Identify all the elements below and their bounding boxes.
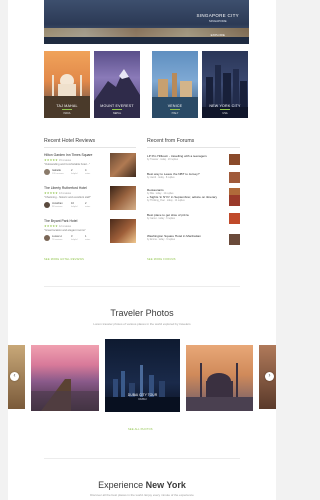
forums-divider — [147, 147, 240, 148]
review-stat-label: votes — [85, 172, 91, 175]
pier-icon — [31, 379, 99, 411]
forum-item[interactable]: Washington Square Hotel in Manhattan by … — [147, 234, 240, 254]
forum-item[interactable]: LP Pro Hilltown - travelling with a teen… — [147, 154, 240, 174]
forum-thumbnail[interactable] — [229, 213, 240, 224]
star-rating-icon: ★★★★★ — [44, 158, 58, 162]
forum-item[interactable]: Best place to get slice of pizza by Garr… — [147, 213, 240, 233]
destination-tag: INDIA — [63, 112, 71, 115]
review-stat-label: votes — [85, 238, 91, 241]
hero-city: SINGAPORE CITY — [196, 13, 239, 18]
destination-tag: ITALY — [171, 112, 179, 115]
destination-divider — [220, 109, 230, 110]
hero-banner[interactable]: SINGAPORE CITY SINGAPORE EXPLORE — [44, 0, 249, 44]
destination-card[interactable]: VENICE ITALY — [152, 51, 198, 118]
forum-title[interactable]: LP Pro Hilltown - travelling with a teen… — [147, 154, 207, 158]
see-more-reviews-link[interactable]: SEE MORE HOTEL REVIEWS — [44, 258, 84, 261]
forum-title[interactable]: Best place to get slice of pizza — [147, 213, 189, 217]
review-quote: "Charming - historic and excellent staff… — [44, 196, 91, 199]
hotel-thumbnail[interactable] — [110, 186, 136, 210]
featured-photo-subcaption: DUBAI — [138, 398, 147, 401]
hero-text: SINGAPORE CITY SINGAPORE EXPLORE — [197, 13, 239, 41]
hotel-thumbnail[interactable] — [110, 219, 136, 243]
destination-card[interactable]: NEW YORK CITY USA — [202, 51, 248, 118]
experience-title: Experience New York — [8, 480, 276, 490]
destination-name: TAJ MAHAL — [56, 104, 78, 108]
mosque-icon — [186, 363, 253, 411]
star-rating-icon: ★★★★★ — [44, 224, 58, 228]
review-stat-label: helpful — [71, 238, 78, 241]
forum-meta: by Garret · today · 6 replies — [147, 217, 175, 220]
see-all-photos-link[interactable]: SEE ALL PHOTOS — [128, 428, 153, 431]
review-item[interactable]: The Bryant Park Hotel ★★★★★ 12 reviews "… — [44, 219, 136, 251]
review-hotel-name[interactable]: The Bryant Park Hotel — [44, 219, 77, 223]
experience-subtitle: Discover all the best places in the worl… — [90, 493, 194, 497]
review-count: 15 reviews — [59, 158, 71, 162]
review-item[interactable]: The Liberty Rutherford Hotel ★★★★★ 13 re… — [44, 186, 136, 218]
experience-title-prefix: Experience — [98, 480, 144, 490]
destination-tag: NEPAL — [112, 112, 122, 115]
forums-title: Recent from Forums — [147, 138, 195, 144]
forum-meta: by Thinking_Over · today · 14 replies — [147, 199, 185, 202]
review-item[interactable]: Hilton Garden Inn Times Square ★★★★★ 15 … — [44, 153, 136, 185]
destination-name: NEW YORK CITY — [209, 104, 241, 108]
featured-photo[interactable]: DUBAI CITY TOUR DUBAI — [105, 339, 180, 412]
avatar — [44, 235, 50, 241]
avatar — [44, 202, 50, 208]
forum-title[interactable]: Washington Square Hotel in Manhattan — [147, 234, 201, 238]
review-author-meta: 120 reviews — [52, 172, 64, 175]
forum-thumbnail[interactable] — [229, 154, 240, 165]
reviews-title: Recent Hotel Reviews — [44, 138, 96, 144]
review-quote: "Outstanding and Comfortable hotel..." — [44, 163, 90, 166]
see-more-forums-link[interactable]: SEE MORE FORUMS — [147, 258, 176, 261]
hero-explore-button[interactable]: EXPLORE — [211, 33, 225, 37]
experience-title-city: New York — [145, 480, 186, 490]
review-stat-label: helpful — [71, 172, 78, 175]
forum-meta: by Traveler · today · 20 replies — [147, 158, 179, 161]
forum-thumbnail[interactable] — [229, 172, 240, 183]
page: SINGAPORE CITY SINGAPORE EXPLORE TAJ MAH… — [8, 0, 276, 500]
carousel-prev-icon[interactable]: ‹ — [10, 372, 19, 381]
star-rating-icon: ★★★★★ — [44, 191, 58, 195]
destination-divider — [112, 109, 122, 110]
photos-title: Traveler Photos — [110, 308, 174, 318]
avatar — [44, 169, 50, 175]
destination-tag: USA — [222, 112, 228, 115]
destination-card[interactable]: MOUNT EVEREST NEPAL — [94, 51, 140, 118]
review-stat-label: helpful — [71, 205, 78, 208]
review-count: 12 reviews — [59, 224, 71, 228]
review-author-meta: 76 reviews — [52, 238, 63, 241]
photos-subtitle: Lorem traveler photos of various places … — [93, 322, 191, 326]
destination-card[interactable]: TAJ MAHAL INDIA — [44, 51, 90, 118]
forum-meta: by Jacob · today · 8 replies — [147, 176, 175, 179]
featured-photo-caption: DUBAI CITY TOUR — [127, 393, 158, 397]
photo-thumbnail[interactable] — [31, 345, 99, 411]
section-divider — [44, 458, 240, 459]
destination-divider — [170, 109, 180, 110]
photo-thumbnail[interactable] — [186, 345, 253, 411]
forum-thumbnail[interactable] — [229, 195, 240, 206]
hero-subtitle: SINGAPORE — [208, 19, 227, 23]
forum-thumbnail[interactable] — [229, 234, 240, 245]
reviews-divider — [44, 147, 136, 148]
carousel-next-icon[interactable]: › — [265, 372, 274, 381]
forum-title[interactable]: Best way to Leave the NBT to Jersey? — [147, 172, 200, 176]
forum-item[interactable]: + Sights 'in NYC' in Septembrer, advice … — [147, 195, 240, 215]
destination-name: VENICE — [167, 104, 183, 108]
destination-divider — [62, 109, 72, 110]
section-divider — [44, 286, 240, 287]
review-count: 13 reviews — [59, 191, 71, 195]
review-stat-label: votes — [85, 205, 91, 208]
review-hotel-name[interactable]: Hilton Garden Inn Times Square — [44, 153, 92, 157]
destination-name: MOUNT EVEREST — [100, 104, 134, 108]
hotel-thumbnail[interactable] — [110, 153, 136, 177]
review-author-meta: 98 reviews — [52, 205, 63, 208]
forum-title[interactable]: + Sights 'in NYC' in Septembrer, advice … — [147, 195, 217, 199]
forum-meta: by Emma · today · 9 replies — [147, 238, 176, 241]
forum-title[interactable]: Restaurants — [147, 188, 164, 192]
review-hotel-name[interactable]: The Liberty Rutherford Hotel — [44, 186, 87, 190]
review-quote: "Great location and elegant rooms" — [44, 229, 86, 232]
dubai-skyline-icon — [105, 365, 180, 412]
